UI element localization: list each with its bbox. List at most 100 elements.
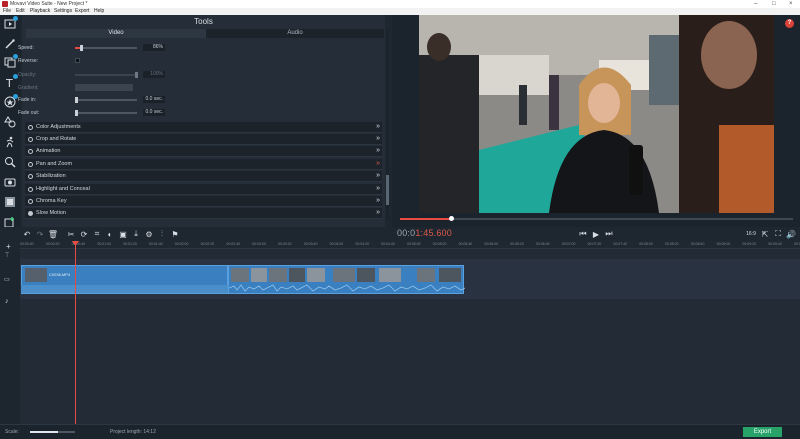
clip-properties-icon[interactable]: ⚙ — [144, 229, 154, 239]
scrollbar-thumb[interactable] — [386, 175, 389, 205]
section-slow-motion[interactable]: Slow Motion » — [25, 208, 382, 219]
clip-thumbnail — [289, 268, 305, 282]
radio-icon — [28, 174, 33, 179]
speed-slider[interactable] — [75, 45, 137, 51]
chevron-right-icon: » — [376, 160, 380, 167]
menu-help[interactable]: Help — [94, 8, 104, 15]
progress-fill — [400, 218, 452, 220]
play-icon[interactable]: ▶ — [591, 229, 601, 239]
notification-dot — [13, 16, 18, 21]
tab-video[interactable]: Video — [26, 29, 206, 38]
menu-settings[interactable]: Settings — [54, 8, 72, 15]
rotate-icon[interactable]: ⟳ — [79, 229, 89, 239]
video-preview[interactable] — [419, 15, 774, 213]
crop-icon[interactable]: ⌗ — [92, 229, 102, 239]
add-track-icon[interactable]: + — [6, 242, 11, 251]
app-logo-icon — [2, 1, 8, 7]
record-button[interactable] — [3, 175, 17, 189]
clip-audio-track[interactable] — [21, 285, 228, 293]
video-track-icon[interactable]: ▭ — [4, 276, 10, 283]
menu-bar: File Edit Playback Settings Export Help — [0, 8, 800, 15]
clip-thumbnail — [231, 268, 249, 282]
minimize-icon[interactable]: – — [754, 0, 757, 8]
ruler-tick-label: 00:02:20 — [200, 242, 215, 246]
aspect-ratio-button[interactable]: 16:9 — [744, 229, 758, 239]
callouts-button[interactable] — [3, 115, 17, 129]
volume-icon[interactable]: 🔊 — [786, 229, 796, 239]
audio-track-icon[interactable]: ♪ — [5, 298, 9, 305]
ruler-tick-label: 00:09:00 — [716, 242, 731, 246]
previous-frame-icon[interactable]: ⏮ — [578, 229, 588, 239]
redo-icon[interactable]: ↷ — [35, 229, 45, 239]
marker-flag-icon[interactable]: ⚑ — [170, 229, 180, 239]
playback-progress-bar[interactable] — [400, 216, 793, 221]
color-adjust-icon[interactable]: ◐ — [105, 229, 115, 239]
project-length: Project length: 14:12 — [110, 429, 156, 435]
overlay-button[interactable] — [3, 195, 17, 209]
shapes-icon — [4, 116, 16, 128]
opacity-label: Opacity: — [18, 72, 37, 78]
maximize-icon[interactable]: □ — [772, 0, 776, 8]
fade-in-slider[interactable] — [75, 97, 137, 103]
clip-thumbnail — [417, 268, 435, 282]
transition-wizard-icon[interactable]: ▣ — [118, 229, 128, 239]
zoom-button[interactable] — [3, 155, 17, 169]
ruler-tick-label: 00:01:40 — [149, 242, 163, 246]
motion-button[interactable] — [3, 135, 17, 149]
fade-out-value[interactable]: 0.0 sec. — [143, 109, 165, 116]
overlay-icon — [5, 197, 15, 207]
timeline-zoom-slider[interactable] — [30, 431, 75, 433]
title-bar: Movavi Video Suite - New Project * – □ × — [0, 0, 800, 8]
radio-icon — [28, 125, 33, 130]
fade-out-slider-knob[interactable] — [75, 110, 78, 116]
video-clip-strip[interactable] — [228, 265, 465, 294]
undo-icon[interactable]: ↶ — [22, 229, 32, 239]
fade-in-value[interactable]: 0.0 sec. — [143, 96, 165, 103]
chevron-right-icon: » — [376, 135, 380, 142]
speed-slider-knob[interactable] — [79, 45, 83, 51]
stickers-button[interactable] — [3, 94, 18, 109]
tab-audio[interactable]: Audio — [206, 29, 384, 38]
ruler-tick-label: 00:02:40 — [226, 242, 241, 246]
fullscreen-icon[interactable]: ⛶ — [773, 229, 783, 239]
filters-button[interactable] — [3, 37, 17, 51]
reverse-checkbox[interactable] — [75, 58, 80, 63]
clip-thumbnail — [439, 268, 461, 282]
clip-thumbnail — [379, 268, 401, 282]
speed-value[interactable]: 86% — [143, 44, 165, 51]
help-button[interactable]: ? — [785, 19, 794, 28]
timeline-ruler[interactable]: 00:00:00 00:00:20 00:00:40 00:01:00 00:01:20… — [20, 241, 800, 249]
close-icon[interactable]: × — [789, 0, 793, 8]
section-color-adjustments[interactable]: Color Adjustments » — [25, 122, 382, 133]
left-toolbar: T — [0, 15, 20, 237]
section-animation[interactable]: Animation » — [25, 146, 382, 157]
section-label: Stabilization — [36, 173, 66, 179]
next-frame-icon[interactable]: ⏭ — [604, 229, 614, 239]
section-stabilization[interactable]: Stabilization » — [25, 171, 382, 182]
section-chroma-key[interactable]: Chroma Key » — [25, 196, 382, 207]
section-label: Color Adjustments — [36, 124, 81, 130]
ruler-tick-label: 00:00:00 — [20, 242, 34, 246]
menu-export[interactable]: Export — [75, 8, 89, 15]
section-pan-and-zoom[interactable]: Pan and Zoom » — [25, 159, 382, 170]
tools-scrollbar[interactable] — [386, 30, 389, 220]
section-highlight-and-conceal[interactable]: Highlight and Conceal » — [25, 184, 382, 195]
radio-icon — [28, 149, 33, 154]
titles-button[interactable]: T — [3, 74, 18, 89]
cut-icon[interactable]: ✂ — [66, 229, 76, 239]
record-audio-icon[interactable]: ⤓ — [131, 229, 141, 239]
transitions-button[interactable] — [3, 54, 18, 69]
playhead-line[interactable] — [75, 241, 76, 424]
delete-icon[interactable]: 🗑 — [48, 229, 58, 239]
menu-edit[interactable]: Edit — [16, 8, 25, 15]
import-media-button[interactable] — [3, 16, 18, 31]
export-frame-icon[interactable]: ⇱ — [760, 229, 770, 239]
fade-in-slider-knob[interactable] — [75, 97, 78, 103]
menu-playback[interactable]: Playback — [30, 8, 50, 15]
fade-out-slider[interactable] — [75, 110, 137, 116]
menu-file[interactable]: File — [3, 8, 11, 15]
section-crop-and-rotate[interactable]: Crop and Rotate » — [25, 134, 382, 145]
export-button[interactable]: Export — [743, 427, 782, 437]
equalizer-icon[interactable]: ⫶ — [157, 229, 167, 239]
gradient-select — [75, 84, 133, 91]
